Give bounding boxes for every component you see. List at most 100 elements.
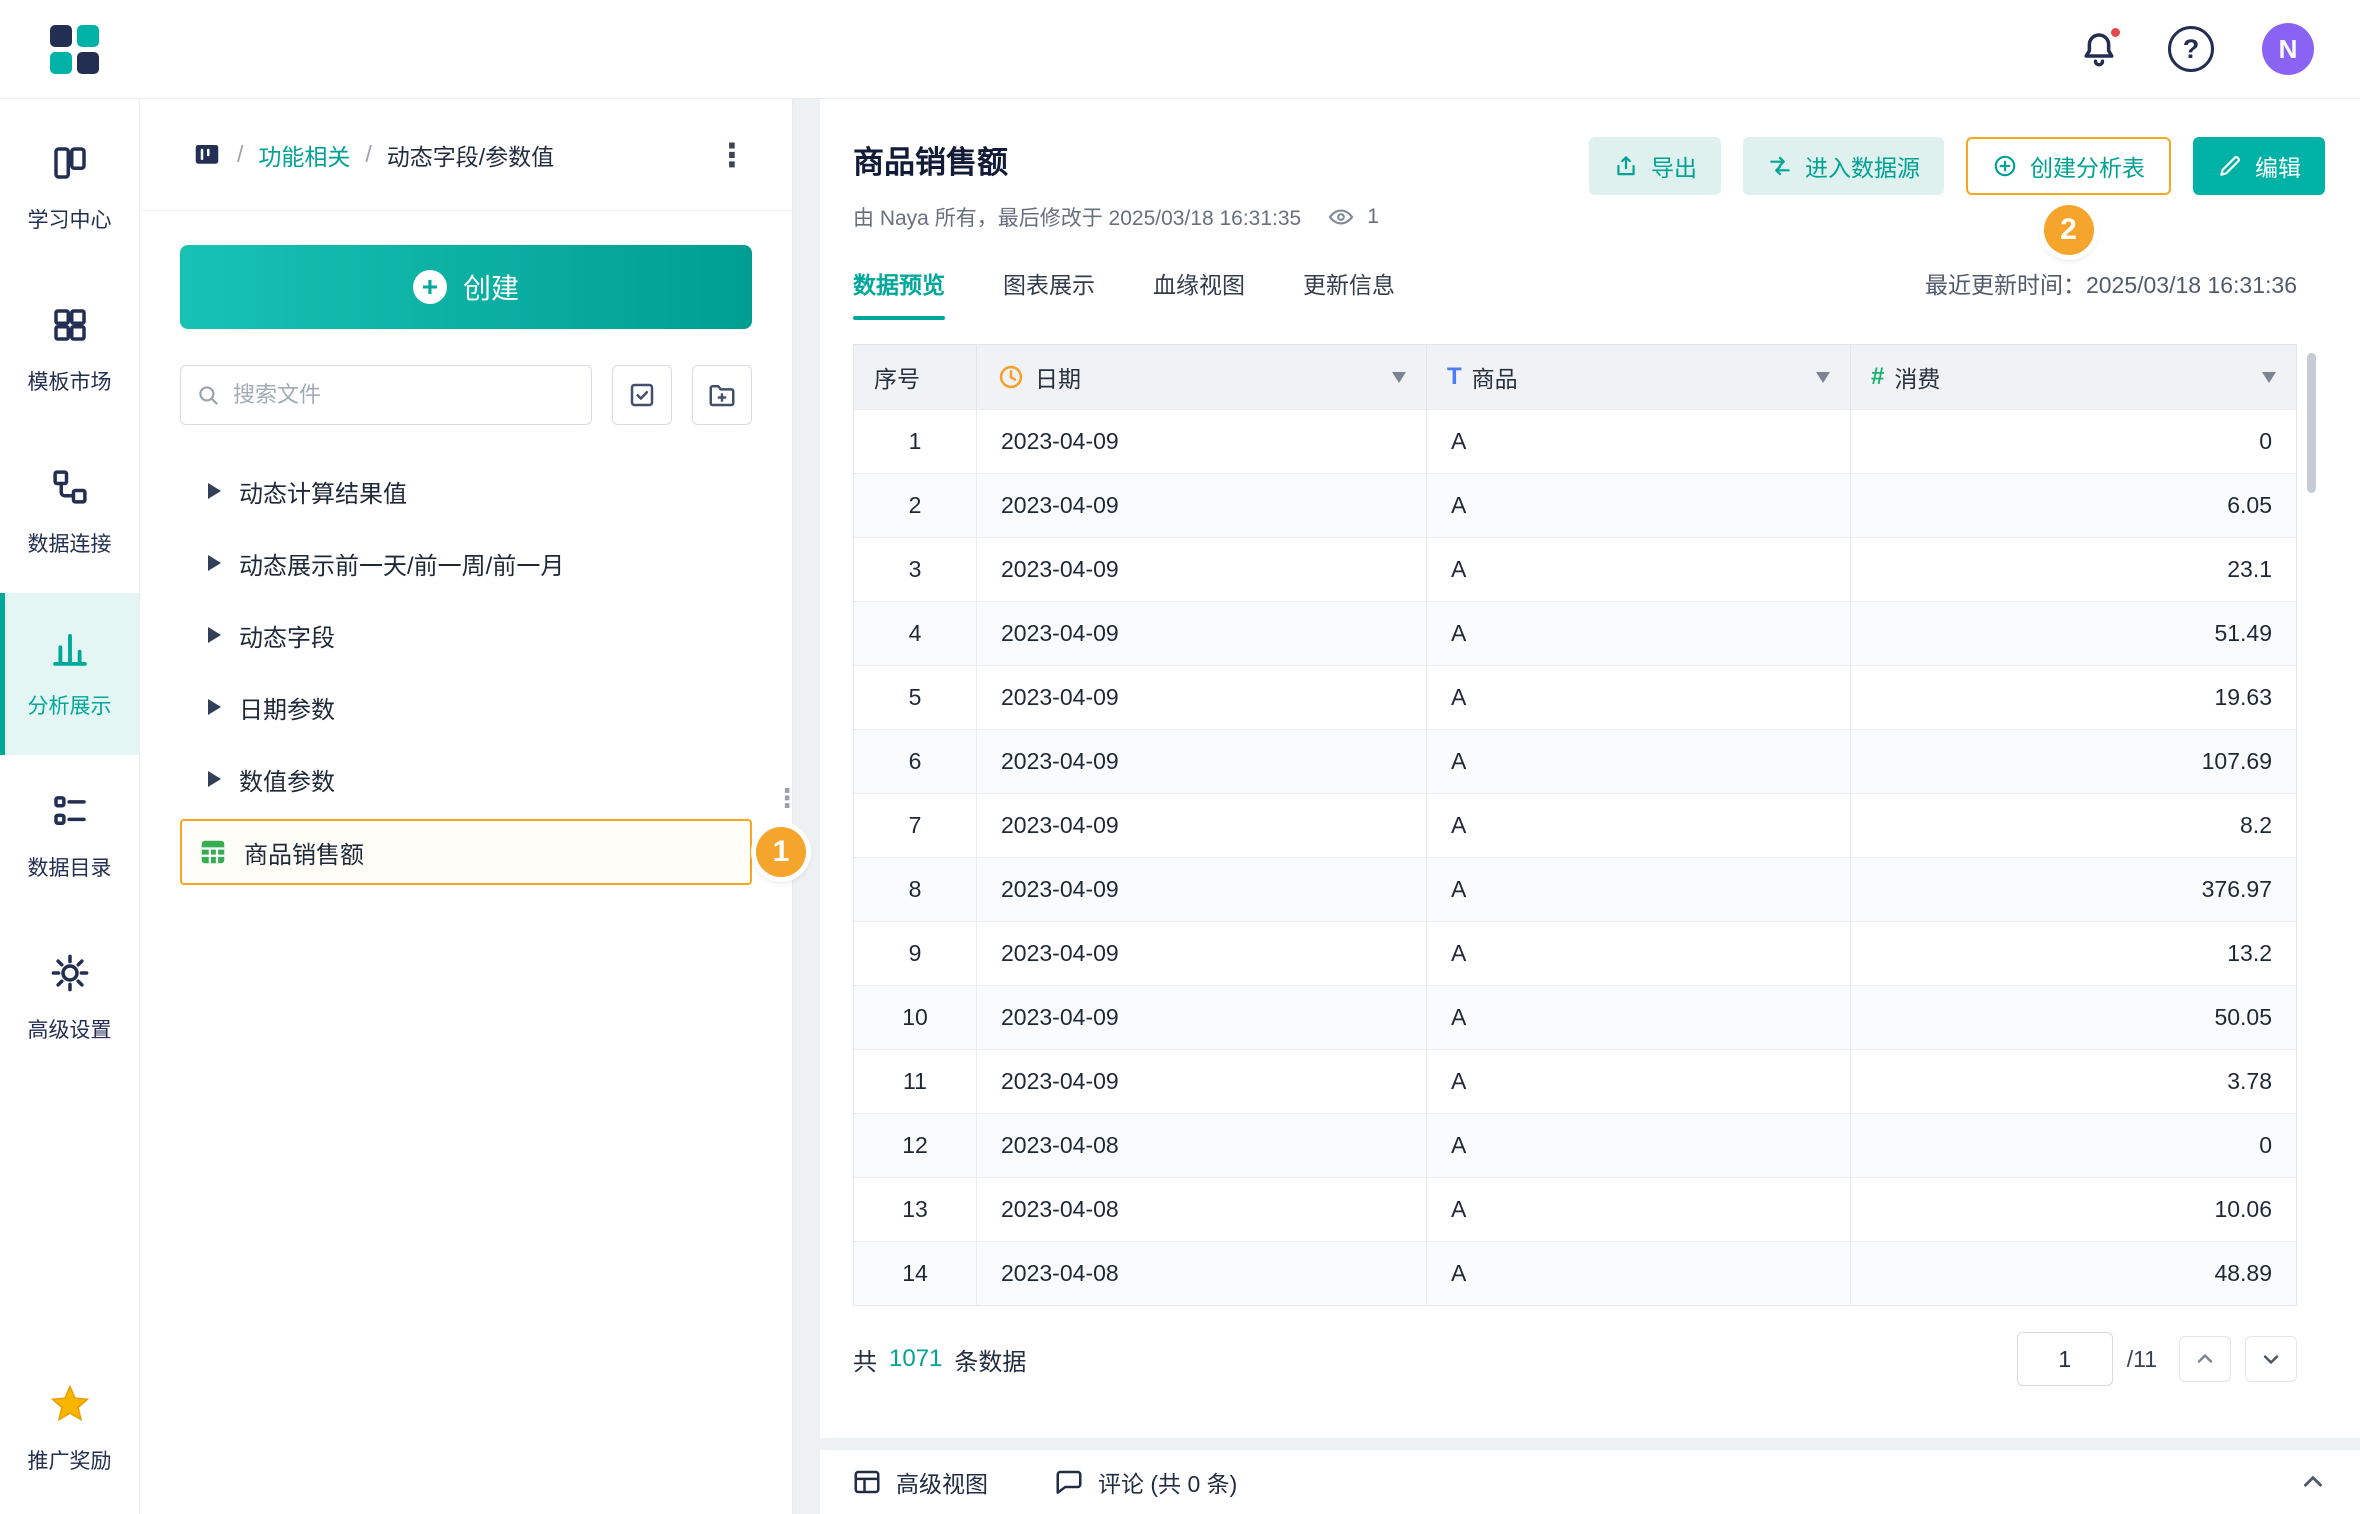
column-header-seq[interactable]: 序号 [854,345,976,409]
sidebar-item-label: 数据目录 [28,852,112,882]
table-row: 10 2023-04-09 A 50.05 [854,985,2296,1049]
cell-amount: 50.05 [1850,986,2296,1049]
expand-arrow-icon[interactable] [208,483,221,499]
tree-item-dynamic-field[interactable]: 动态字段 [180,599,752,671]
cell-date: 2023-04-08 [976,1114,1426,1177]
column-label: 日期 [1035,360,1081,394]
expand-arrow-icon[interactable] [208,771,221,787]
notifications-bell-icon[interactable] [2078,28,2120,70]
breadcrumb: / 功能相关 / 动态字段/参数值 ⋮ [140,99,792,211]
tab-label: 数据预览 [853,272,945,298]
table-row: 14 2023-04-08 A 48.89 [854,1241,2296,1305]
column-dropdown-icon[interactable] [2262,372,2276,383]
breadcrumb-kebab-icon[interactable]: ⋮ [716,139,748,171]
tab-update-info[interactable]: 更新信息 [1303,266,1395,320]
app-logo-icon[interactable] [50,25,99,74]
enter-datasource-button[interactable]: 进入数据源 [1743,137,1944,195]
create-analysis-button[interactable]: 创建分析表 2 [1966,137,2171,195]
sidebar-item-data-catalog[interactable]: 数据目录 [0,755,139,917]
page-title: 商品销售额 [853,137,1379,182]
search-input[interactable] [233,382,577,408]
cell-amount: 48.89 [1850,1242,2296,1305]
main-header: 商品销售额 由 Naya 所有，最后修改于 2025/03/18 16:31:3… [853,99,2325,232]
tree-item-date-param[interactable]: 日期参数 [180,671,752,743]
body-row: 学习中心 模板市场 数据连接 分析展示 数据目录 高级设置 [0,99,2360,1514]
cell-date: 2023-04-09 [976,602,1426,665]
spreadsheet-icon [198,837,228,867]
column-header-date[interactable]: 日期 [976,345,1426,409]
column-label: 商品 [1472,360,1518,394]
cell-seq: 9 [854,922,976,985]
comments-button[interactable]: 评论 (共 0 条) [1054,1465,1237,1499]
total-prefix: 共 [853,1342,877,1377]
column-dropdown-icon[interactable] [1816,372,1830,383]
export-button[interactable]: 导出 [1589,137,1721,195]
total-count[interactable]: 1071 [889,1345,942,1373]
cell-product: A [1426,730,1850,793]
table-header: 序号 日期 T 商品 # [854,345,2296,409]
column-header-product[interactable]: T 商品 [1426,345,1850,409]
new-folder-button[interactable] [692,365,752,425]
cell-seq: 6 [854,730,976,793]
tab-lineage-view[interactable]: 血缘视图 [1153,266,1245,320]
logo-block [50,52,72,74]
sidebar-item-learning-center[interactable]: 学习中心 [0,107,139,269]
cell-seq: 10 [854,986,976,1049]
expand-arrow-icon[interactable] [208,699,221,715]
cell-product: A [1426,1242,1850,1305]
user-avatar[interactable]: N [2262,23,2314,75]
cell-amount: 0 [1850,1114,2296,1177]
table-footer: 共 1071 条数据 /11 [853,1332,2297,1386]
page-number-input[interactable] [2017,1332,2113,1386]
data-table: 序号 日期 T 商品 # [853,344,2297,1306]
breadcrumb-current: 动态字段/参数值 [387,138,554,172]
sidebar-item-label: 模板市场 [28,366,112,396]
vertical-scrollbar[interactable] [2307,353,2316,493]
cell-date: 2023-04-09 [976,538,1426,601]
table-row: 12 2023-04-08 A 0 [854,1113,2296,1177]
batch-select-icon [627,380,657,410]
help-icon[interactable]: ? [2168,26,2214,72]
cell-product: A [1426,538,1850,601]
tree-item-label: 动态字段 [239,618,335,653]
analysis-display-icon [49,628,91,675]
cell-seq: 12 [854,1114,976,1177]
edit-button[interactable]: 编辑 [2193,137,2325,195]
tree-item-numeric-param[interactable]: 数值参数 [180,743,752,815]
sidebar-item-promotion-rewards[interactable]: 推广奖励 [0,1354,139,1504]
batch-select-button[interactable] [612,365,672,425]
pencil-icon [2217,153,2243,179]
tab-chart-display[interactable]: 图表展示 [1003,266,1095,320]
eye-icon [1327,203,1355,231]
collapse-panel-button[interactable] [2298,1467,2328,1497]
tree-item-dynamic-calc[interactable]: 动态计算结果值 [180,455,752,527]
sidebar: 学习中心 模板市场 数据连接 分析展示 数据目录 高级设置 [0,99,140,1514]
cell-date: 2023-04-09 [976,474,1426,537]
breadcrumb-link[interactable]: 功能相关 [258,138,350,172]
cell-product: A [1426,858,1850,921]
table-row: 1 2023-04-09 A 0 [854,409,2296,473]
cell-amount: 376.97 [1850,858,2296,921]
create-button[interactable]: + 创建 [180,245,752,329]
column-dropdown-icon[interactable] [1392,372,1406,383]
advanced-settings-gear-icon [49,952,91,999]
sidebar-item-template-market[interactable]: 模板市场 [0,269,139,431]
column-header-amount[interactable]: # 消费 [1850,345,2296,409]
item-kebab-icon[interactable]: ⋮ [774,783,800,814]
cell-amount: 8.2 [1850,794,2296,857]
tree-item-dynamic-display[interactable]: 动态展示前一天/前一周/前一月 [180,527,752,599]
expand-arrow-icon[interactable] [208,555,221,571]
next-page-button[interactable] [2245,1336,2297,1382]
sidebar-item-analysis-display[interactable]: 分析展示 [0,593,139,755]
tree-item-product-sales-selected[interactable]: 商品销售额 ⋮ 1 [180,819,752,885]
sidebar-item-advanced-settings[interactable]: 高级设置 [0,917,139,1079]
sidebar-item-data-connection[interactable]: 数据连接 [0,431,139,593]
expand-arrow-icon[interactable] [208,627,221,643]
tab-data-preview[interactable]: 数据预览 [853,266,945,320]
table-row: 9 2023-04-09 A 13.2 [854,921,2296,985]
tab-label: 血缘视图 [1153,272,1245,298]
new-folder-icon [707,380,737,410]
page-total: /11 [2127,1346,2157,1373]
prev-page-button[interactable] [2179,1336,2231,1382]
advanced-view-button[interactable]: 高级视图 [852,1465,988,1499]
